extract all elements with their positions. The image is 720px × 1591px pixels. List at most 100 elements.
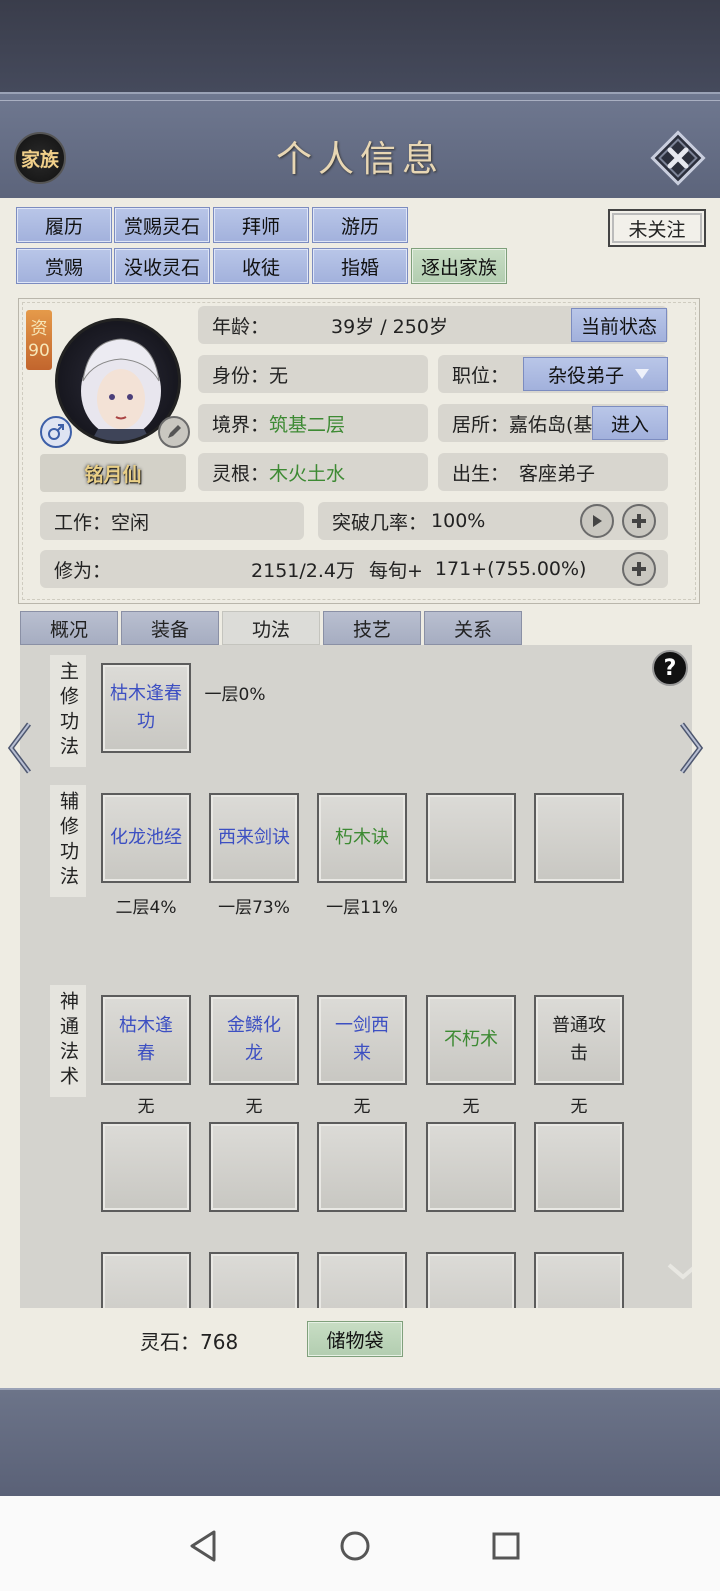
travel-button[interactable]: 游历 — [312, 207, 408, 243]
art-name: 不朽术 — [444, 1029, 498, 1050]
art-slot[interactable]: 不朽术 — [426, 995, 516, 1085]
age-value: 39岁 / 250岁 — [331, 315, 448, 338]
character-name: 铭月仙 — [40, 454, 186, 492]
art-slot-empty[interactable] — [209, 1122, 299, 1212]
art-name: 普通攻击 — [552, 1015, 606, 1064]
art-slot[interactable]: 一剑西来 — [317, 995, 407, 1085]
aux-skill-level: 二层4% — [115, 898, 177, 918]
aux-skill-slot[interactable]: 西来剑诀 — [209, 793, 299, 883]
status-area — [0, 0, 720, 92]
home-nav-icon[interactable] — [335, 1526, 375, 1566]
art-slot-empty[interactable] — [534, 1122, 624, 1212]
aux-skill-level: 一层73% — [218, 898, 290, 918]
realm-row: 境界： 筑基二层 — [198, 404, 428, 442]
breakthrough-value: 100% — [431, 510, 486, 532]
art-slot[interactable]: 枯木逢春 — [101, 995, 191, 1085]
cultivation-value: 2151/2.4万 — [251, 559, 355, 582]
next-character-arrow[interactable] — [676, 720, 706, 776]
aux-skill-slot[interactable]: 化龙池经 — [101, 793, 191, 883]
main-skill-slot[interactable]: 枯木逢春功 — [101, 663, 191, 753]
art-status: 无 — [570, 1097, 588, 1117]
pen-icon — [168, 425, 181, 438]
breakthrough-row: 突破几率： 100% — [318, 502, 668, 540]
current-status-button[interactable]: 当前状态 — [571, 308, 667, 342]
art-slot-empty[interactable] — [317, 1252, 407, 1308]
art-slot[interactable]: 金鳞化龙 — [209, 995, 299, 1085]
art-name: 枯木逢春 — [119, 1015, 173, 1064]
work-value: 空闲 — [111, 511, 150, 534]
follow-button[interactable]: 未关注 — [608, 209, 706, 247]
gender-male-icon — [40, 416, 72, 448]
realm-label: 境界： — [212, 413, 270, 436]
art-slot-empty[interactable] — [534, 1252, 624, 1308]
art-status: 无 — [353, 1097, 371, 1117]
art-slot-empty[interactable] — [101, 1122, 191, 1212]
reward-stone-button[interactable]: 赏赐灵石 — [114, 207, 210, 243]
position-value: 杂役弟子 — [548, 364, 625, 387]
art-slot-empty[interactable] — [426, 1252, 516, 1308]
aux-skill-slot-empty[interactable] — [534, 793, 624, 883]
tab-crafts[interactable]: 技艺 — [323, 611, 421, 645]
aptitude-label: 资 — [30, 319, 48, 339]
origin-label: 出生： — [452, 462, 510, 485]
spirit-root-value: 木火土水 — [269, 462, 346, 485]
recents-nav-icon[interactable] — [486, 1526, 526, 1566]
spirit-stone-label: 灵石： — [140, 1330, 200, 1354]
back-nav-icon[interactable] — [184, 1526, 224, 1566]
age-label: 年龄： — [212, 315, 270, 338]
spirit-root-row: 灵根： 木火土水 — [198, 453, 428, 491]
tab-skills[interactable]: 功法 — [222, 611, 320, 645]
aux-skill-slot-empty[interactable] — [426, 793, 516, 883]
history-button[interactable]: 履历 — [16, 207, 112, 243]
art-name: 一剑西来 — [335, 1015, 389, 1064]
spirit-stone-display: 灵石：768 — [140, 1326, 238, 1355]
identity-value: 无 — [269, 364, 289, 387]
work-row: 工作： 空闲 — [40, 502, 304, 540]
scroll-down-icon[interactable] — [666, 1261, 692, 1283]
art-slot-empty[interactable] — [317, 1122, 407, 1212]
arts-label-text: 神通法术 — [57, 991, 79, 1091]
origin-row: 出生： 客座弟子 — [438, 453, 668, 491]
aux-skill-slot[interactable]: 朽木诀 — [317, 793, 407, 883]
tab-equipment[interactable]: 装备 — [121, 611, 219, 645]
aptitude-value: 90 — [28, 341, 50, 361]
breakthrough-add-button[interactable] — [622, 504, 656, 538]
position-dropdown[interactable]: 杂役弟子 — [523, 357, 668, 391]
art-slot-empty[interactable] — [426, 1122, 516, 1212]
arrange-marriage-button[interactable]: 指婚 — [312, 248, 408, 284]
confiscate-stone-button[interactable]: 没收灵石 — [114, 248, 210, 284]
expel-button[interactable]: 逐出家族 — [411, 248, 507, 284]
page-title: 个人信息 — [275, 139, 444, 180]
reward-button[interactable]: 赏赐 — [16, 248, 112, 284]
help-button[interactable]: ? — [652, 650, 688, 686]
per-period-label: 每旬+ — [369, 559, 423, 582]
tab-overview[interactable]: 概况 — [20, 611, 118, 645]
aux-skill-label: 辅修功法 — [50, 785, 86, 897]
realm-value: 筑基二层 — [269, 413, 346, 436]
skills-content[interactable]: 主修功法 枯木逢春功 一层0% 辅修功法 化龙池经 西来剑诀 朽木诀 二层4% … — [20, 645, 692, 1308]
residence-label: 居所： — [452, 413, 510, 436]
aux-skill-name: 朽木诀 — [335, 827, 389, 848]
edit-name-button[interactable] — [158, 416, 190, 448]
close-button[interactable] — [650, 130, 706, 186]
breakthrough-label: 突破几率： — [332, 511, 428, 534]
aux-skill-name: 化龙池经 — [110, 827, 182, 848]
identity-row: 身份： 无 — [198, 355, 428, 393]
cultivation-add-button[interactable] — [622, 552, 656, 586]
aux-skill-label-text: 辅修功法 — [57, 791, 79, 891]
breakthrough-play-button[interactable] — [580, 504, 614, 538]
art-slot[interactable]: 普通攻击 — [534, 995, 624, 1085]
prev-character-arrow[interactable] — [5, 720, 35, 776]
art-slot-empty[interactable] — [101, 1252, 191, 1308]
tab-relations[interactable]: 关系 — [424, 611, 522, 645]
enter-residence-button[interactable]: 进入 — [592, 406, 668, 440]
art-slot-empty[interactable] — [209, 1252, 299, 1308]
residence-value: 嘉佑岛(基 — [509, 413, 593, 436]
storage-bag-button[interactable]: 储物袋 — [307, 1321, 403, 1357]
apprentice-button[interactable]: 拜师 — [213, 207, 309, 243]
aux-skill-level: 一层11% — [326, 898, 398, 918]
origin-value: 客座弟子 — [519, 462, 596, 485]
take-disciple-button[interactable]: 收徒 — [213, 248, 309, 284]
spirit-root-label: 灵根： — [212, 462, 270, 485]
art-name: 金鳞化龙 — [227, 1015, 281, 1064]
